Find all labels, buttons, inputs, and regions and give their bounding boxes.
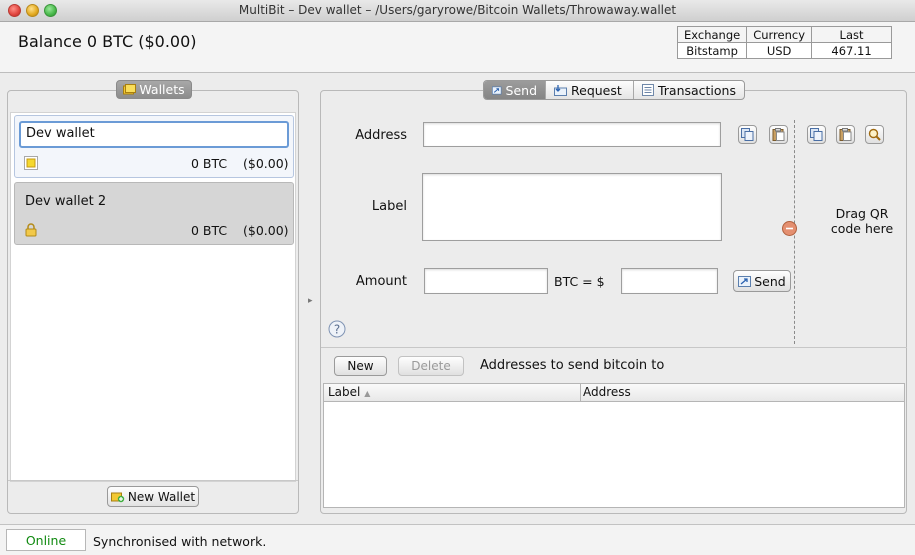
help-icon[interactable]: ?: [328, 320, 346, 338]
transactions-icon: [642, 84, 654, 96]
zoom-icon: [868, 128, 881, 141]
wallets-tab-label: Wallets: [139, 82, 185, 97]
balance-text: Balance 0 BTC ($0.00): [18, 32, 197, 51]
address-label: Address: [355, 128, 407, 143]
wallet-unlocked-icon: [24, 156, 38, 170]
wallet-card-dev-wallet[interactable]: Dev wallet 0 BTC ($0.00): [14, 115, 294, 178]
exchange-value[interactable]: Bitstamp: [676, 42, 748, 59]
currency-header: Currency: [746, 26, 813, 43]
btc-equals-label: BTC = $: [554, 274, 605, 289]
new-wallet-button[interactable]: New Wallet: [107, 486, 199, 507]
address-book-divider: [321, 347, 907, 348]
wallet-name-field[interactable]: Dev wallet: [19, 121, 289, 148]
request-icon: [554, 84, 567, 96]
wallet-folder-icon: [123, 84, 137, 95]
send-icon: [738, 275, 752, 287]
wallet-name: Dev wallet 2: [25, 194, 107, 209]
address-book-table[interactable]: Label ▲ Address: [323, 383, 905, 508]
send-icon: [492, 85, 502, 95]
delete-address-button[interactable]: Delete: [398, 356, 464, 376]
btc-amount-input[interactable]: [424, 268, 548, 294]
title-bar: MultiBit – Dev wallet – /Users/garyrowe/…: [0, 0, 915, 22]
last-price-value: 467.11: [811, 42, 893, 59]
amount-label: Amount: [355, 274, 407, 289]
wallets-tab[interactable]: Wallets: [116, 80, 192, 99]
online-status: Online: [6, 529, 86, 551]
copy-icon: [810, 128, 823, 141]
zoom-qr-button[interactable]: [865, 125, 884, 144]
copy-icon: [741, 128, 754, 141]
sort-ascending-icon: ▲: [364, 389, 371, 398]
clear-qr-icon[interactable]: [782, 221, 797, 236]
splitter-handle[interactable]: ▸: [308, 296, 313, 306]
usd-amount-input[interactable]: [621, 268, 718, 294]
label-textarea[interactable]: [422, 173, 722, 241]
tab-send[interactable]: Send: [484, 81, 546, 99]
padlock-icon: [25, 223, 37, 237]
column-header-label[interactable]: Label ▲: [328, 385, 370, 399]
column-header-address[interactable]: Address: [583, 385, 631, 399]
new-wallet-label: New Wallet: [127, 489, 196, 504]
label-label: Label: [371, 199, 407, 214]
address-book-caption: Addresses to send bitcoin to: [480, 358, 665, 373]
status-message: Synchronised with network.: [93, 534, 267, 549]
address-table-header: Label ▲ Address: [324, 384, 904, 402]
wallet-list: Dev wallet 0 BTC ($0.00) Dev wallet 2 0 …: [10, 112, 296, 482]
copy-qr-button[interactable]: [807, 125, 826, 144]
wallet-btc-balance: 0 BTC: [191, 156, 228, 171]
status-bar: Online Synchronised with network.: [0, 524, 915, 555]
new-address-button[interactable]: New: [334, 356, 387, 376]
column-separator[interactable]: [580, 384, 581, 402]
paste-address-button[interactable]: [769, 125, 788, 144]
svg-text:?: ?: [334, 323, 340, 337]
exchange-rate-table: Exchange Currency Last Bitstamp USD 467.…: [676, 26, 893, 59]
currency-value[interactable]: USD: [746, 42, 813, 59]
main-tabs: Send Request Transactions: [483, 80, 745, 100]
address-input[interactable]: [423, 122, 721, 147]
exchange-header: Exchange: [676, 26, 748, 43]
paste-icon: [772, 128, 785, 141]
copy-address-button[interactable]: [738, 125, 757, 144]
paste-icon: [839, 128, 852, 141]
wallet-fiat-balance: ($0.00): [243, 156, 289, 171]
balance-header: Balance 0 BTC ($0.00) Exchange Currency …: [0, 22, 915, 73]
last-header: Last: [811, 26, 893, 43]
window-title: MultiBit – Dev wallet – /Users/garyrowe/…: [238, 3, 677, 17]
qr-drop-zone[interactable]: Drag QR code here: [820, 206, 904, 236]
wallet-fiat-balance: ($0.00): [243, 223, 289, 238]
wallets-divider: [8, 480, 298, 481]
send-button[interactable]: Send: [733, 270, 791, 292]
tab-request[interactable]: Request: [546, 81, 634, 99]
new-wallet-icon: [110, 492, 125, 502]
wallet-card-dev-wallet-2[interactable]: Dev wallet 2 0 BTC ($0.00): [14, 182, 294, 245]
paste-qr-button[interactable]: [836, 125, 855, 144]
tab-transactions[interactable]: Transactions: [634, 81, 744, 99]
wallet-btc-balance: 0 BTC: [191, 223, 228, 238]
